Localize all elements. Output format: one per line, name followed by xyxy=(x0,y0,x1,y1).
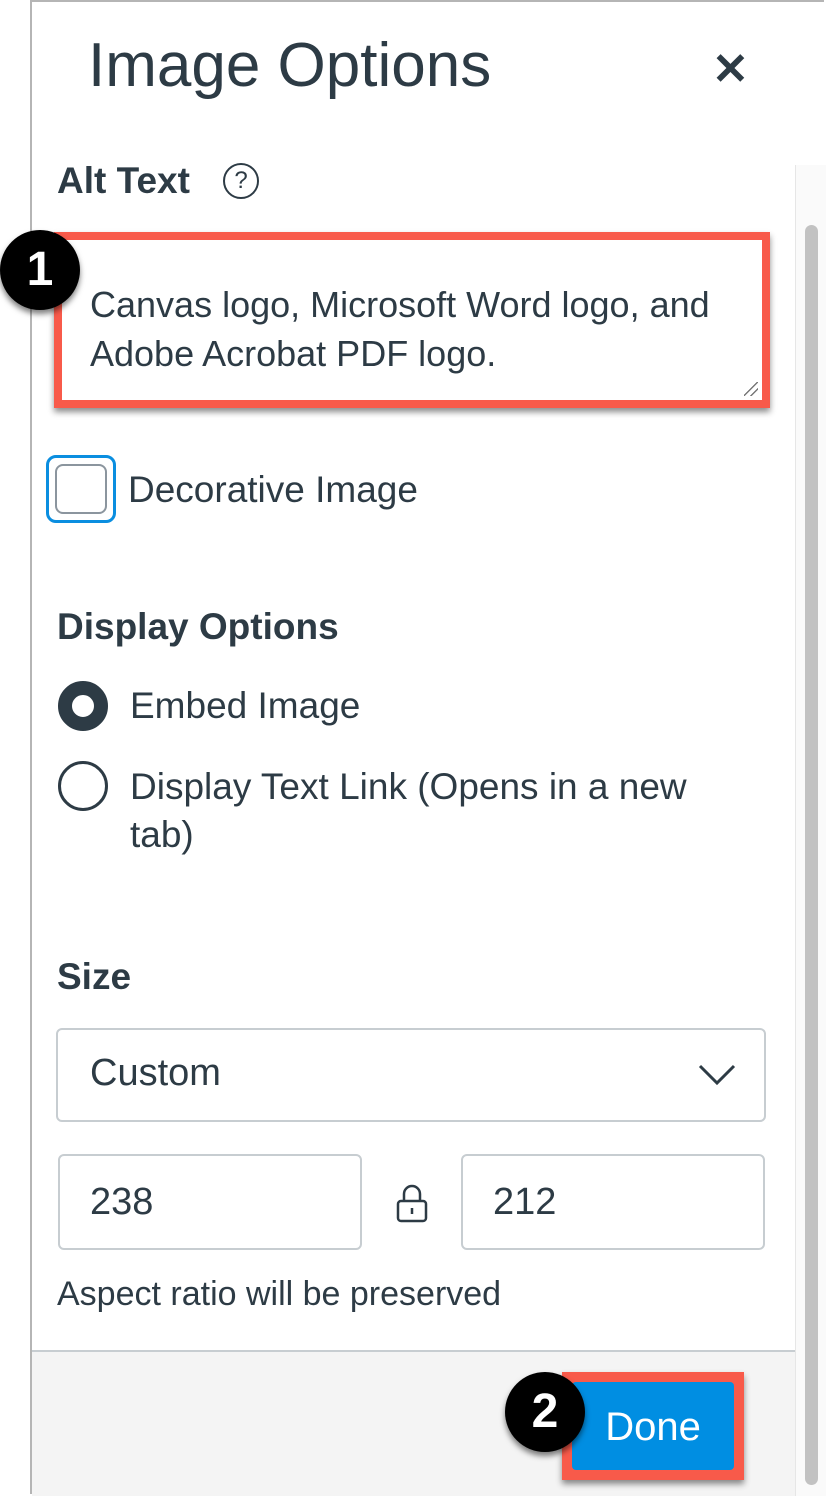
embed-image-label[interactable]: Embed Image xyxy=(130,682,360,730)
width-input[interactable]: 238 xyxy=(58,1154,362,1250)
lock-icon[interactable] xyxy=(396,1184,428,1224)
page-title: Image Options xyxy=(88,31,492,100)
close-icon[interactable]: ✕ xyxy=(712,44,749,95)
height-input[interactable]: 212 xyxy=(461,1154,765,1250)
size-select[interactable]: Custom xyxy=(56,1028,766,1122)
decorative-image-checkbox[interactable] xyxy=(46,455,116,523)
embed-image-radio[interactable] xyxy=(58,681,108,731)
alt-text-textarea[interactable]: Canvas logo, Microsoft Word logo, and Ad… xyxy=(54,232,770,408)
size-select-value: Custom xyxy=(90,1052,221,1094)
decorative-image-label[interactable]: Decorative Image xyxy=(128,466,418,514)
aspect-ratio-note: Aspect ratio will be preserved xyxy=(57,1275,502,1313)
display-options-heading: Display Options xyxy=(57,606,339,647)
display-text-link-label[interactable]: Display Text Link (Opens in a new tab) xyxy=(130,763,750,859)
done-button[interactable]: Done xyxy=(572,1382,734,1470)
resize-handle-icon[interactable] xyxy=(744,382,758,396)
size-heading: Size xyxy=(57,956,132,997)
done-highlight: Done xyxy=(562,1372,744,1480)
alt-text-value[interactable]: Canvas logo, Microsoft Word logo, and Ad… xyxy=(90,280,750,378)
scrollbar-thumb[interactable] xyxy=(805,225,818,1485)
display-text-link-radio[interactable] xyxy=(58,761,108,811)
chevron-down-icon xyxy=(698,1064,736,1086)
alt-text-label: Alt Text xyxy=(57,160,190,201)
step-1-badge: 1 xyxy=(0,230,80,310)
question-circle-icon[interactable]: ? xyxy=(223,163,259,199)
step-2-badge: 2 xyxy=(505,1372,585,1452)
